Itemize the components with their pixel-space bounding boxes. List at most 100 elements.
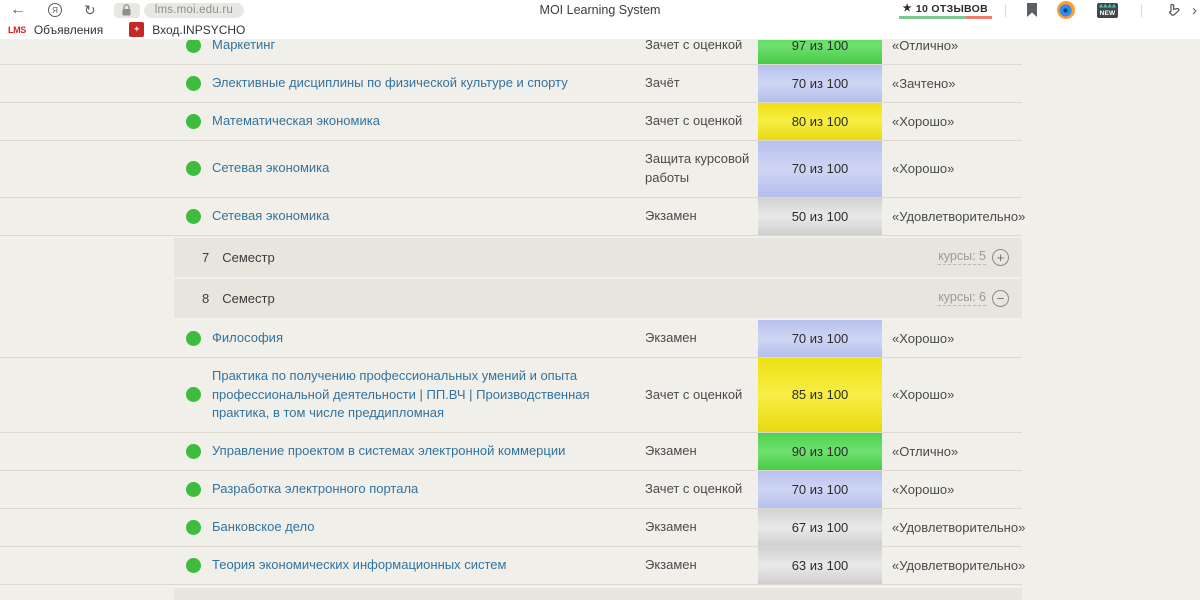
page-content: Маркетинг Зачет с оценкой 97 из 100 «Отл…	[0, 40, 1200, 600]
reviews-button[interactable]: ★ 10 ОТЗЫВОВ	[899, 3, 992, 18]
course-row: Разработка электронного портала Зачет с …	[0, 471, 1022, 509]
ssl-lock-pill[interactable]	[114, 3, 140, 18]
address-bar[interactable]: lms.moi.edu.ru	[144, 3, 244, 18]
status-cell	[0, 40, 212, 64]
completed-dot-icon	[186, 331, 201, 346]
courses-count-link[interactable]: курсы: 5	[938, 249, 986, 265]
extension-icon[interactable]	[1057, 1, 1075, 19]
course-link[interactable]: Сетевая экономика	[212, 141, 645, 197]
course-link[interactable]: Теория экономических информационных сист…	[212, 547, 645, 584]
status-cell	[0, 198, 212, 235]
course-link[interactable]: Сетевая экономика	[212, 198, 645, 235]
toolbar-right-cluster: ★ 10 ОТЗЫВОВ NEW ›	[899, 0, 1200, 20]
grade-text: «Хорошо»	[882, 141, 1022, 197]
score-badge: 70 из 100	[758, 141, 882, 197]
browser-toolbar: ← Я ↻ lms.moi.edu.ru MOI Learning System…	[0, 0, 1200, 20]
assessment-type: Экзамен	[645, 547, 758, 584]
assessment-type: Зачет с оценкой	[645, 471, 758, 508]
course-row: Сетевая экономика Защита курсовой работы…	[0, 141, 1022, 198]
course-link[interactable]: Элективные дисциплины по физической куль…	[212, 65, 645, 102]
course-row: Практика по получению профессиональных у…	[0, 358, 1022, 434]
grade-text: «Хорошо»	[882, 471, 1022, 508]
assessment-type: Экзамен	[645, 433, 758, 470]
score-badge: 70 из 100	[758, 320, 882, 357]
course-link[interactable]: Банковское дело	[212, 509, 645, 546]
score-badge: 63 из 100	[758, 547, 882, 584]
semester-label: Семестр	[222, 291, 274, 306]
bookmark-label: Объявления	[34, 23, 103, 37]
completed-dot-icon	[186, 444, 201, 459]
completed-dot-icon	[186, 209, 201, 224]
minus-circle-icon[interactable]: −	[992, 290, 1009, 307]
course-link[interactable]: Управление проектом в системах электронн…	[212, 433, 645, 470]
gesture-hand-icon[interactable]	[1165, 2, 1182, 19]
semester-label: Семестр	[222, 250, 274, 265]
status-cell	[0, 141, 212, 197]
status-cell	[0, 471, 212, 508]
new-badge-label: NEW	[1097, 10, 1118, 17]
emblem-favicon-icon: ✦	[129, 22, 144, 37]
score-badge: 67 из 100	[758, 509, 882, 546]
completed-dot-icon	[186, 520, 201, 535]
assessment-type: Защита курсовой работы	[645, 141, 758, 197]
next-semester-bar[interactable]	[174, 588, 1022, 600]
lms-favicon-icon: LMS	[8, 25, 26, 35]
course-link[interactable]: Практика по получению профессиональных у…	[212, 358, 645, 433]
status-cell	[0, 358, 212, 433]
semester-controls: курсы: 5 +	[938, 249, 1022, 266]
course-row: Математическая экономика Зачет с оценкой…	[0, 103, 1022, 141]
assessment-type: Экзамен	[645, 320, 758, 357]
assessment-type: Экзамен	[645, 509, 758, 546]
score-badge: 70 из 100	[758, 471, 882, 508]
course-link[interactable]: Философия	[212, 320, 645, 357]
reviews-label: 10 ОТЗЫВОВ	[916, 3, 988, 15]
bookmark-flag-icon[interactable]	[1027, 3, 1037, 17]
status-cell	[0, 509, 212, 546]
course-row: Маркетинг Зачет с оценкой 97 из 100 «Отл…	[0, 40, 1022, 65]
completed-dot-icon	[186, 161, 201, 176]
course-link[interactable]: Маркетинг	[212, 40, 645, 64]
grade-text: «Хорошо»	[882, 103, 1022, 140]
new-extension-icon[interactable]: NEW	[1097, 3, 1118, 18]
toolbar-divider	[1141, 4, 1142, 17]
courses-count-link[interactable]: курсы: 6	[938, 290, 986, 306]
grade-text: «Отлично»	[882, 433, 1022, 470]
course-link[interactable]: Математическая экономика	[212, 103, 645, 140]
course-row: Элективные дисциплины по физической куль…	[0, 65, 1022, 103]
grade-text: «Удовлетворительно»	[882, 547, 1025, 584]
score-badge: 90 из 100	[758, 433, 882, 470]
semester-header-row[interactable]: 7 Семестр курсы: 5 +	[174, 238, 1022, 277]
browser-window: ← Я ↻ lms.moi.edu.ru MOI Learning System…	[0, 0, 1200, 600]
back-icon[interactable]: ←	[10, 2, 26, 18]
star-icon: ★	[903, 3, 912, 14]
assessment-type: Зачёт	[645, 65, 758, 102]
semester-header-row[interactable]: 8 Семестр курсы: 6 −	[174, 279, 1022, 318]
refresh-icon[interactable]: ↻	[84, 3, 96, 17]
completed-dot-icon	[186, 482, 201, 497]
partial-icon[interactable]: ›	[1192, 2, 1200, 19]
grade-text: «Зачтено»	[882, 65, 1022, 102]
bookmarks-bar: LMS Объявления ✦ Вход.INPSYCHO	[0, 20, 1200, 40]
semester-controls: курсы: 6 −	[938, 290, 1022, 307]
score-badge: 80 из 100	[758, 103, 882, 140]
status-cell	[0, 320, 212, 357]
assessment-type: Зачет с оценкой	[645, 358, 758, 433]
bookmark-login[interactable]: ✦ Вход.INPSYCHO	[129, 22, 245, 37]
course-row: Теория экономических информационных сист…	[0, 547, 1022, 585]
completed-dot-icon	[186, 76, 201, 91]
plus-circle-icon[interactable]: +	[992, 249, 1009, 266]
status-cell	[0, 103, 212, 140]
score-badge: 97 из 100	[758, 40, 882, 64]
yandex-browser-icon[interactable]: Я	[48, 3, 62, 17]
grade-text: «Удовлетворительно»	[882, 198, 1025, 235]
semester-number: 8	[202, 291, 209, 306]
semester-number: 7	[202, 250, 209, 265]
completed-dot-icon	[186, 114, 201, 129]
course-row: Банковское дело Экзамен 67 из 100 «Удовл…	[0, 509, 1022, 547]
completed-dot-icon	[186, 387, 201, 402]
bookmark-announcements[interactable]: LMS Объявления	[8, 23, 103, 37]
assessment-type: Зачет с оценкой	[645, 40, 758, 64]
course-link[interactable]: Разработка электронного портала	[212, 471, 645, 508]
grade-table: Маркетинг Зачет с оценкой 97 из 100 «Отл…	[0, 40, 1022, 585]
status-cell	[0, 547, 212, 584]
